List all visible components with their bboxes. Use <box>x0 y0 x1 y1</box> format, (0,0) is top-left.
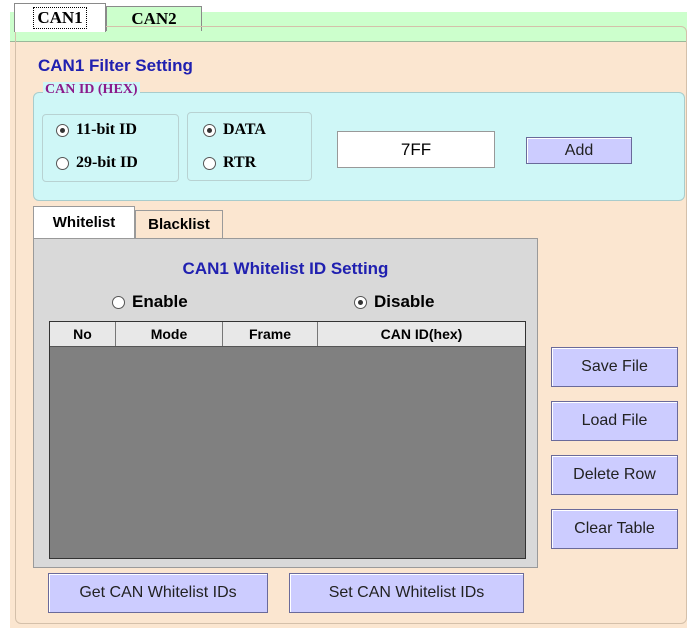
radio-disable-button[interactable] <box>354 295 367 309</box>
get-whitelist-ids-button[interactable]: Get CAN Whitelist IDs <box>48 573 268 613</box>
tab-can1[interactable]: CAN1 <box>14 3 106 32</box>
whitelist-title: CAN1 Whitelist ID Setting <box>182 259 389 278</box>
radio-disable[interactable]: Disable <box>354 292 434 312</box>
can-id-input[interactable]: 7FF <box>337 131 495 168</box>
radio-11bit-button[interactable] <box>56 123 69 137</box>
radio-data[interactable]: DATA <box>203 121 266 139</box>
clear-table-button[interactable]: Clear Table <box>551 509 678 549</box>
radio-data-button[interactable] <box>203 123 216 137</box>
column-header-mode[interactable]: Mode <box>116 322 223 346</box>
tab-can1-label: CAN1 <box>33 7 87 29</box>
radio-disable-label: Disable <box>374 292 435 311</box>
radio-29bit-button[interactable] <box>56 156 69 170</box>
radio-11bit[interactable]: 11-bit ID <box>56 121 137 139</box>
radio-29bit-label: 29-bit ID <box>76 154 138 171</box>
delete-row-button[interactable]: Delete Row <box>551 455 678 495</box>
radio-rtr-button[interactable] <box>203 156 216 170</box>
radio-rtr[interactable]: RTR <box>203 154 256 172</box>
add-button[interactable]: Add <box>526 137 632 164</box>
whitelist-table[interactable]: No Mode Frame CAN ID(hex) <box>49 321 526 559</box>
tab-blacklist[interactable]: Blacklist <box>135 210 223 238</box>
column-header-canid[interactable]: CAN ID(hex) <box>318 322 525 346</box>
radio-data-label: DATA <box>223 121 266 138</box>
radio-29bit[interactable]: 29-bit ID <box>56 154 138 172</box>
column-header-no[interactable]: No <box>50 322 116 346</box>
filter-setting-title: CAN1 Filter Setting <box>36 56 195 76</box>
set-whitelist-ids-button[interactable]: Set CAN Whitelist IDs <box>289 573 524 613</box>
radio-enable-button[interactable] <box>112 295 125 309</box>
canid-legend: CAN ID (HEX) <box>43 82 140 98</box>
table-header: No Mode Frame CAN ID(hex) <box>50 322 525 347</box>
load-file-button[interactable]: Load File <box>551 401 678 441</box>
tab-whitelist[interactable]: Whitelist <box>33 206 135 238</box>
column-header-frame[interactable]: Frame <box>223 322 318 346</box>
radio-enable-label: Enable <box>132 292 188 311</box>
save-file-button[interactable]: Save File <box>551 347 678 387</box>
whitelist-panel: CAN1 Whitelist ID Setting Enable Disable… <box>33 238 538 568</box>
radio-rtr-label: RTR <box>223 154 257 171</box>
radio-enable[interactable]: Enable <box>112 292 188 312</box>
radio-11bit-label: 11-bit ID <box>76 121 137 138</box>
